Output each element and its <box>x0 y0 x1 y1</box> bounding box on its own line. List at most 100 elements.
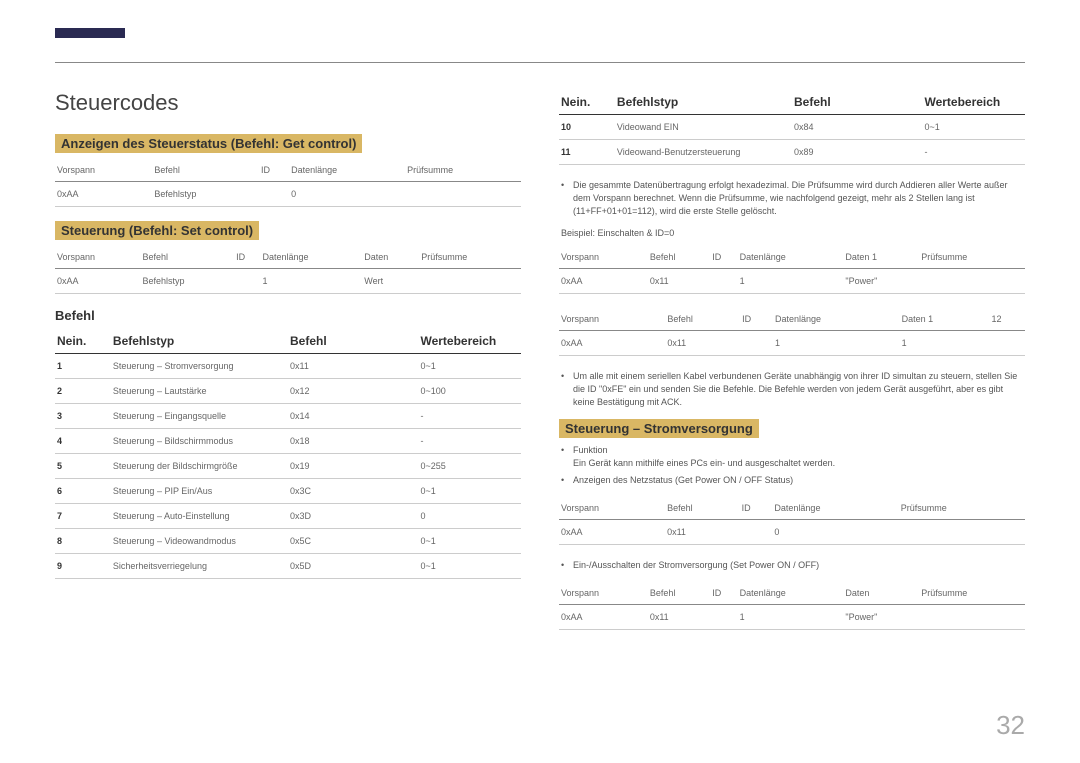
td: 1 <box>738 605 844 630</box>
td: 0 <box>418 504 521 529</box>
note-item: Um alle mit einem seriellen Kabel verbun… <box>573 370 1025 409</box>
td: Steuerung – Lautstärke <box>111 379 288 404</box>
th: 12 <box>990 308 1026 331</box>
td: 1 <box>900 331 990 356</box>
td: 0x11 <box>648 605 710 630</box>
th: Befehl <box>140 246 234 269</box>
td <box>740 331 773 356</box>
command-table-left: Nein. Befehlstyp Befehl Wertebereich 1St… <box>55 329 521 579</box>
th: Wertebereich <box>922 90 1025 115</box>
th: Vorspann <box>55 159 152 182</box>
td: 0x19 <box>288 454 418 479</box>
example-label: Beispiel: Einschalten & ID=0 <box>559 228 1025 238</box>
th: Befehl <box>648 582 710 605</box>
th: Prüfsumme <box>919 246 1025 269</box>
note-item: Funktion Ein Gerät kann mithilfe eines P… <box>573 444 1025 470</box>
td: Steuerung – Eingangsquelle <box>111 404 288 429</box>
th: ID <box>740 308 773 331</box>
td: 1 <box>773 331 900 356</box>
td <box>710 605 737 630</box>
th: ID <box>710 582 737 605</box>
td: 7 <box>55 504 111 529</box>
td: - <box>418 404 521 429</box>
section-heading-power: Steuerung – Stromversorgung <box>559 419 759 438</box>
th: Befehl <box>792 90 922 115</box>
td: 11 <box>559 140 615 165</box>
th: Datenlänge <box>773 308 900 331</box>
td <box>740 520 773 545</box>
note-item: Die gesammte Datenübertragung erfolgt he… <box>573 179 1025 218</box>
th: Daten 1 <box>900 308 990 331</box>
section-heading-get-control: Anzeigen des Steuerstatus (Befehl: Get c… <box>55 134 362 153</box>
td: 0xAA <box>559 331 665 356</box>
th: Daten 1 <box>843 246 919 269</box>
th: Datenlänge <box>772 497 898 520</box>
td: 0x11 <box>288 354 418 379</box>
section-heading-set-control: Steuerung (Befehl: Set control) <box>55 221 259 240</box>
power-bullets-1: Funktion Ein Gerät kann mithilfe eines P… <box>559 444 1025 487</box>
td: 0~1 <box>418 554 521 579</box>
td: 0~255 <box>418 454 521 479</box>
td: 0~1 <box>418 479 521 504</box>
td: 4 <box>55 429 111 454</box>
th: Datenlänge <box>260 246 362 269</box>
th: Nein. <box>55 329 111 354</box>
get-control-table: Vorspann Befehl ID Datenlänge Prüfsumme … <box>55 159 521 207</box>
td: 0x3C <box>288 479 418 504</box>
th: Datenlänge <box>738 582 844 605</box>
notes-list-1: Die gesammte Datenübertragung erfolgt he… <box>559 179 1025 218</box>
notes-list-2: Um alle mit einem seriellen Kabel verbun… <box>559 370 1025 409</box>
td: 0xAA <box>559 605 648 630</box>
th: Befehlstyp <box>111 329 288 354</box>
header-accent-bar <box>55 28 125 38</box>
td <box>234 269 260 294</box>
th: Befehl <box>665 308 740 331</box>
th: Wertebereich <box>418 329 521 354</box>
td: 0x89 <box>792 140 922 165</box>
th: Befehl <box>288 329 418 354</box>
th: ID <box>740 497 773 520</box>
td: 0x11 <box>665 331 740 356</box>
td: 0~1 <box>922 115 1025 140</box>
th: Befehl <box>665 497 740 520</box>
td: Steuerung der Bildschirmgröße <box>111 454 288 479</box>
th: Daten <box>362 246 419 269</box>
th: Daten <box>843 582 919 605</box>
example-table-2: Vorspann Befehl ID Datenlänge Daten 1 12… <box>559 308 1025 356</box>
td <box>919 605 1025 630</box>
td: 1 <box>260 269 362 294</box>
th: Datenlänge <box>289 159 405 182</box>
td: 6 <box>55 479 111 504</box>
top-rule <box>55 62 1025 63</box>
td: 0x5C <box>288 529 418 554</box>
td <box>990 331 1026 356</box>
td: Steuerung – PIP Ein/Aus <box>111 479 288 504</box>
td: 0x18 <box>288 429 418 454</box>
note-item: Anzeigen des Netzstatus (Get Power ON / … <box>573 474 1025 487</box>
th: Vorspann <box>559 246 648 269</box>
td <box>405 182 521 207</box>
td: 8 <box>55 529 111 554</box>
td: 0xAA <box>55 269 140 294</box>
td: 0 <box>289 182 405 207</box>
th: Nein. <box>559 90 615 115</box>
td: Steuerung – Bildschirmmodus <box>111 429 288 454</box>
td: Sicherheitsverriegelung <box>111 554 288 579</box>
td: 9 <box>55 554 111 579</box>
td: 0 <box>772 520 898 545</box>
th: Befehl <box>152 159 259 182</box>
td: Steuerung – Videowandmodus <box>111 529 288 554</box>
power-bullets-2: Ein-/Ausschalten der Stromversorgung (Se… <box>559 559 1025 572</box>
td <box>899 520 1025 545</box>
command-table-right: Nein. Befehlstyp Befehl Wertebereich 10V… <box>559 90 1025 165</box>
td: 3 <box>55 404 111 429</box>
set-control-table: Vorspann Befehl ID Datenlänge Daten Prüf… <box>55 246 521 294</box>
td: Videowand EIN <box>615 115 792 140</box>
th: Befehlstyp <box>615 90 792 115</box>
td: 0x12 <box>288 379 418 404</box>
th: Prüfsumme <box>419 246 521 269</box>
td: 0~1 <box>418 354 521 379</box>
power-table-1: Vorspann Befehl ID Datenlänge Prüfsumme … <box>559 497 1025 545</box>
page-number: 32 <box>996 710 1025 741</box>
th: ID <box>259 159 289 182</box>
